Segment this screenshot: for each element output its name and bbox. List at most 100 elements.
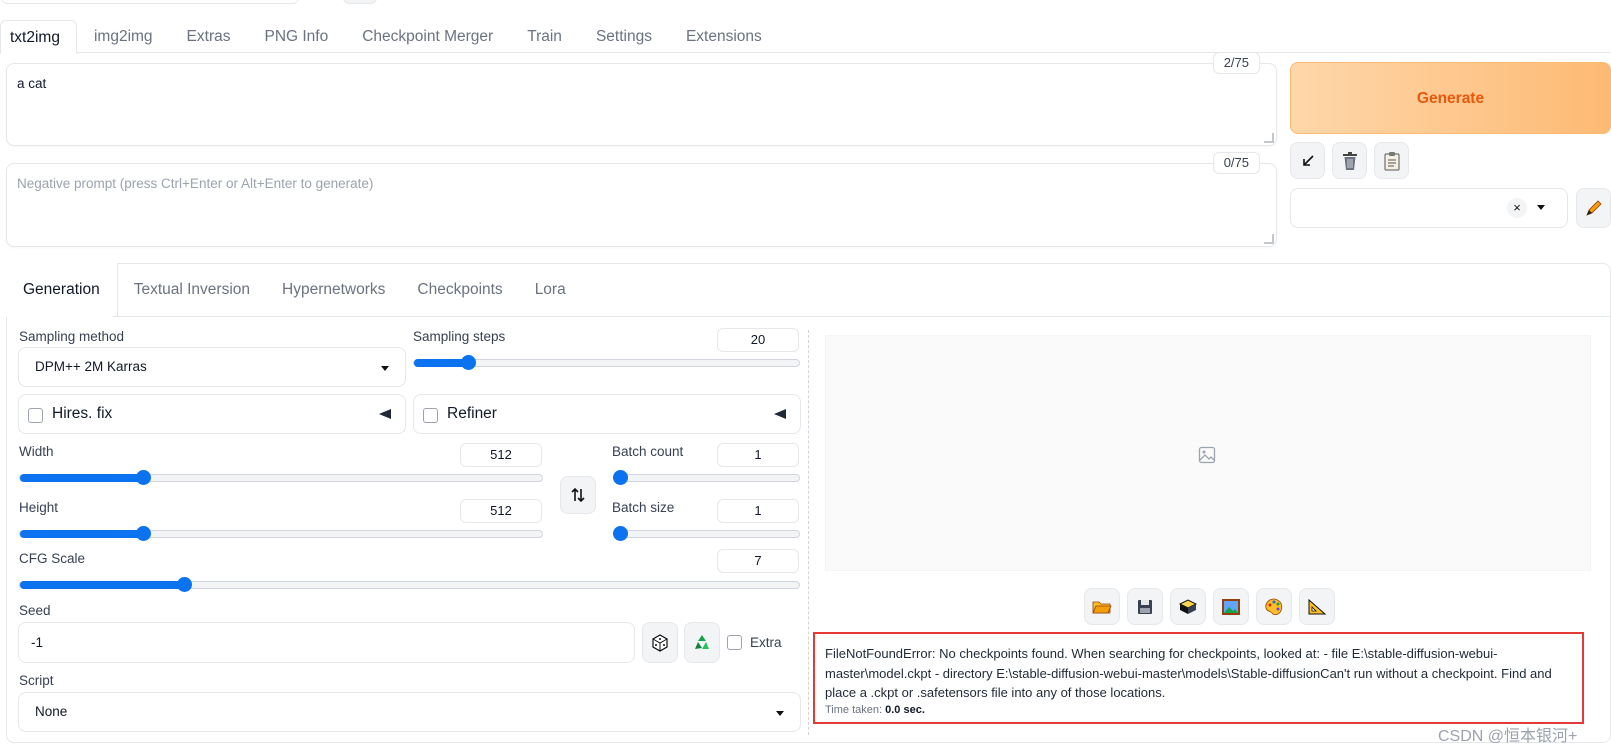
- cfg-scale-slider[interactable]: [19, 577, 800, 592]
- folder-icon: [1092, 601, 1112, 613]
- tab-extras[interactable]: Extras: [170, 20, 248, 53]
- sampling-steps-input[interactable]: 20: [717, 328, 799, 352]
- tab-textual-inversion[interactable]: Textual Inversion: [118, 263, 266, 317]
- hires-fix-accordion[interactable]: Hires. fix: [18, 394, 406, 434]
- slider-thumb[interactable]: [613, 470, 628, 485]
- refiner-accordion[interactable]: Refiner: [413, 394, 801, 434]
- height-input[interactable]: 512: [460, 499, 542, 523]
- slider-fill: [20, 581, 184, 589]
- tab-train[interactable]: Train: [510, 20, 579, 53]
- tab-hypernetworks[interactable]: Hypernetworks: [266, 263, 401, 317]
- send-to-img2img-button[interactable]: [1213, 588, 1249, 625]
- palette-icon: [1265, 598, 1283, 615]
- collapse-triangle-icon[interactable]: [774, 409, 786, 419]
- time-taken-value: 0.0 sec.: [885, 703, 925, 716]
- recycle-icon: [695, 634, 709, 649]
- tab-img2img[interactable]: img2img: [77, 20, 170, 53]
- reuse-seed-button[interactable]: [684, 622, 720, 663]
- slider-fill: [20, 474, 143, 482]
- main-tab-bar: txt2img img2img Extras PNG Info Checkpoi…: [0, 20, 1611, 54]
- batch-size-slider[interactable]: [613, 526, 800, 541]
- batch-count-input[interactable]: 1: [717, 443, 799, 467]
- trash-icon: [1342, 151, 1357, 170]
- send-to-inpaint-button[interactable]: [1256, 588, 1292, 625]
- top-button-stub: [343, 0, 377, 4]
- open-folder-button[interactable]: [1084, 588, 1120, 625]
- collapse-triangle-icon[interactable]: [379, 409, 391, 419]
- seed-label: Seed: [19, 603, 51, 618]
- time-taken: Time taken: 0.0 sec.: [825, 704, 1572, 716]
- cfg-scale-label: CFG Scale: [19, 551, 86, 566]
- slider-fill: [20, 530, 143, 538]
- script-select[interactable]: None: [18, 692, 801, 732]
- slider-thumb[interactable]: [613, 526, 628, 541]
- clipboard-icon: [1384, 151, 1399, 170]
- error-text: FileNotFoundError: No checkpoints found.…: [825, 646, 1552, 700]
- batch-count-slider[interactable]: [613, 470, 800, 485]
- slider-thumb[interactable]: [135, 470, 151, 485]
- send-to-extras-button[interactable]: [1299, 588, 1335, 625]
- sub-tab-bar: Generation Textual Inversion Hypernetwor…: [6, 263, 582, 317]
- chevron-down-icon: [776, 711, 784, 716]
- tab-png-info[interactable]: PNG Info: [247, 20, 345, 53]
- tab-generation[interactable]: Generation: [6, 263, 118, 317]
- dice-icon: [652, 633, 668, 652]
- prompt-textarea[interactable]: a cat 2/75: [6, 52, 1277, 146]
- swap-dimensions-button[interactable]: [560, 476, 596, 514]
- negative-prompt-placeholder: Negative prompt (press Ctrl+Enter or Alt…: [17, 176, 374, 191]
- output-actions: [1084, 588, 1335, 625]
- read-params-button[interactable]: [1290, 142, 1325, 179]
- refiner-checkbox[interactable]: [423, 408, 438, 423]
- slider-thumb[interactable]: [460, 355, 476, 370]
- sampling-steps-slider[interactable]: [413, 355, 800, 370]
- tab-txt2img[interactable]: txt2img: [0, 20, 77, 54]
- clear-icon[interactable]: ×: [1507, 198, 1527, 218]
- resize-handle[interactable]: [1264, 234, 1274, 244]
- generate-button[interactable]: Generate: [1290, 62, 1611, 134]
- extra-seed-checkbox[interactable]: [727, 635, 742, 650]
- seed-input[interactable]: -1: [18, 622, 635, 663]
- prompt-token-counter: 2/75: [1212, 52, 1260, 74]
- chevron-down-icon: [1537, 205, 1545, 210]
- clear-prompt-button[interactable]: [1332, 142, 1367, 179]
- tab-extensions[interactable]: Extensions: [669, 20, 779, 53]
- extra-seed-label: Extra: [750, 635, 782, 650]
- styles-dropdown[interactable]: ×: [1290, 188, 1568, 228]
- slider-fill: [414, 359, 468, 367]
- edit-styles-button[interactable]: [1576, 188, 1611, 228]
- width-label: Width: [19, 444, 54, 459]
- hires-fix-checkbox[interactable]: [28, 408, 43, 423]
- floppy-disk-icon: [1138, 599, 1152, 614]
- archive-box-icon: [1178, 598, 1198, 614]
- swap-arrows-icon: [571, 487, 585, 503]
- sampling-method-value: DPM++ 2M Karras: [35, 359, 147, 374]
- negative-prompt-token-counter: 0/75: [1212, 152, 1260, 174]
- image-placeholder-icon: [1198, 446, 1216, 467]
- hires-fix-label: Hires. fix: [52, 405, 113, 422]
- tab-checkpoints[interactable]: Checkpoints: [401, 263, 518, 317]
- save-button[interactable]: [1127, 588, 1163, 625]
- batch-size-label: Batch size: [612, 500, 675, 515]
- resize-handle[interactable]: [1264, 133, 1274, 143]
- negative-prompt-textarea[interactable]: Negative prompt (press Ctrl+Enter or Alt…: [6, 152, 1277, 247]
- height-slider[interactable]: [19, 526, 543, 541]
- slider-thumb[interactable]: [135, 526, 151, 541]
- tab-lora[interactable]: Lora: [519, 263, 582, 317]
- zip-button[interactable]: [1170, 588, 1206, 625]
- random-seed-button[interactable]: [642, 622, 678, 663]
- width-slider[interactable]: [19, 470, 543, 485]
- slider-thumb[interactable]: [176, 577, 192, 592]
- width-input[interactable]: 512: [460, 443, 542, 467]
- arrow-down-left-icon: [1302, 154, 1314, 166]
- prompt-value: a cat: [17, 76, 47, 91]
- sampling-method-label: Sampling method: [19, 329, 125, 344]
- time-taken-label: Time taken:: [825, 703, 883, 716]
- tab-checkpoint-merger[interactable]: Checkpoint Merger: [345, 20, 510, 53]
- height-label: Height: [19, 500, 59, 515]
- apply-styles-button[interactable]: [1374, 142, 1409, 179]
- triangular-ruler-icon: [1308, 598, 1327, 614]
- tab-settings[interactable]: Settings: [579, 20, 669, 53]
- cfg-scale-input[interactable]: 7: [717, 549, 799, 573]
- sampling-method-select[interactable]: DPM++ 2M Karras: [18, 347, 406, 387]
- batch-size-input[interactable]: 1: [717, 499, 799, 523]
